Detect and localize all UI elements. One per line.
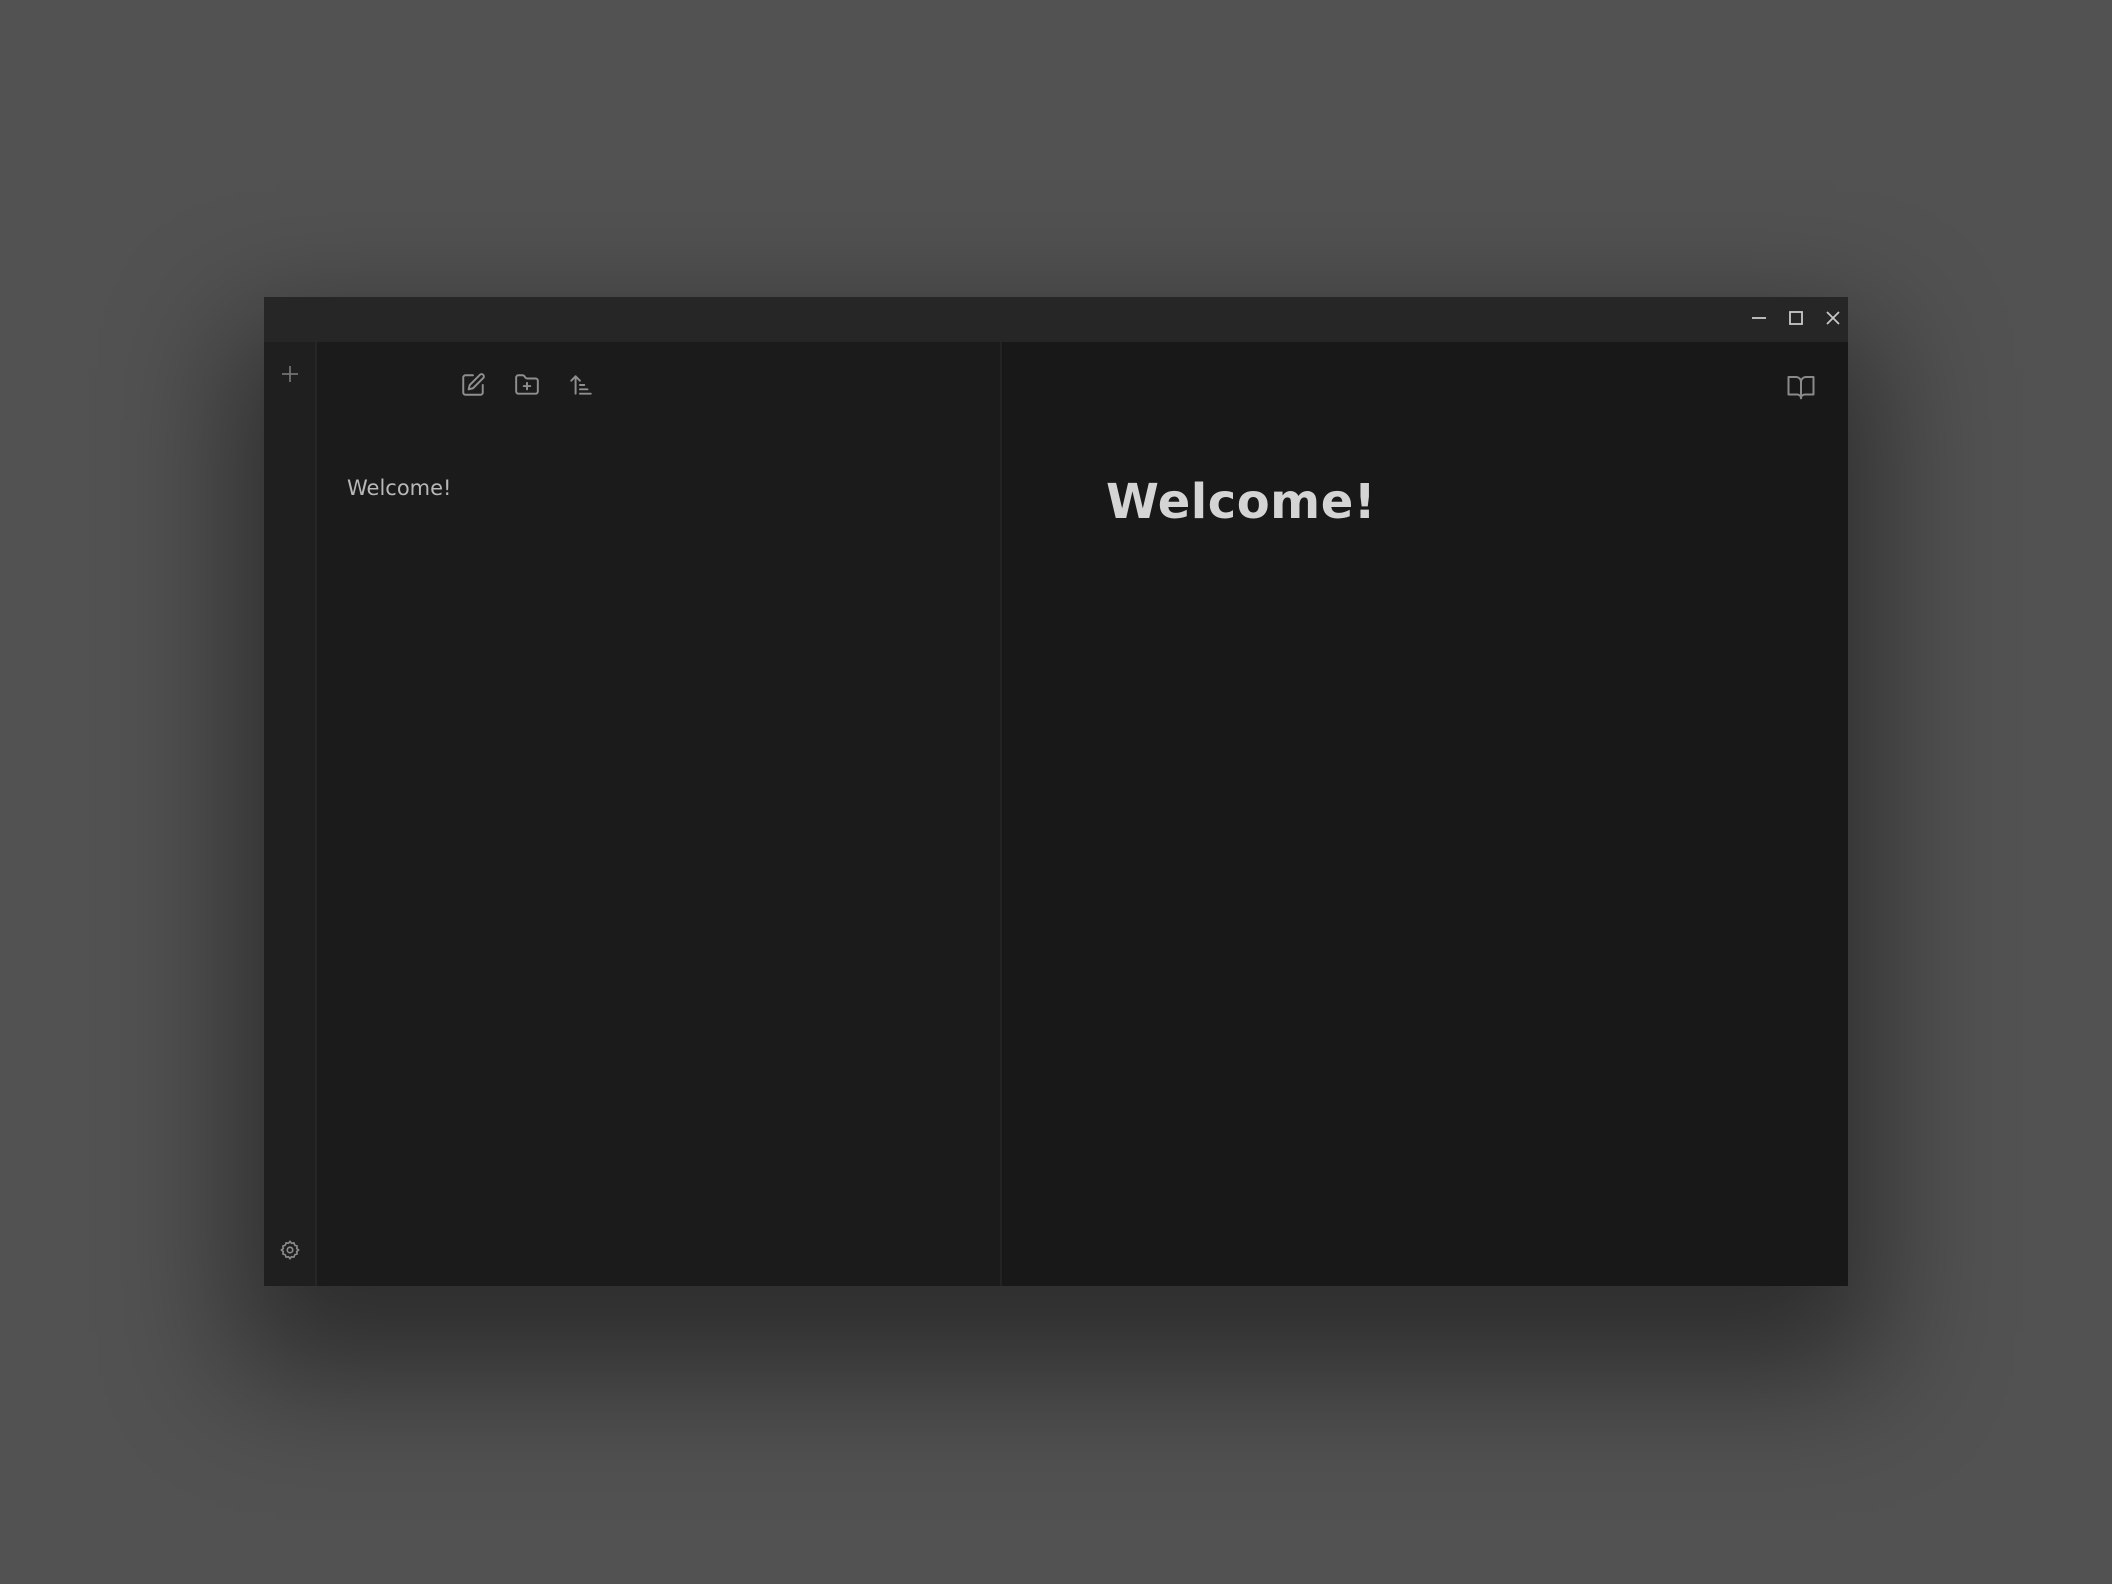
close-icon: [1823, 308, 1843, 333]
editor-pane: Welcome!: [1002, 342, 1848, 1286]
app-window: Welcome! Welcome!: [264, 297, 1848, 1286]
gear-icon: [279, 1239, 301, 1266]
file-explorer-toolbar: [317, 362, 1000, 412]
new-folder-button[interactable]: [510, 370, 544, 404]
settings-button[interactable]: [274, 1236, 306, 1268]
file-item[interactable]: Welcome!: [337, 472, 461, 504]
ribbon: [264, 342, 317, 1286]
maximize-icon: [1786, 308, 1806, 333]
minimize-icon: [1749, 308, 1769, 333]
sort-icon: [568, 372, 594, 403]
book-open-icon: [1786, 372, 1816, 407]
new-tab-button[interactable]: [274, 360, 306, 392]
plus-icon: [279, 363, 301, 390]
desktop-background: Welcome! Welcome!: [0, 0, 2112, 1584]
note-title[interactable]: Welcome!: [1106, 474, 1376, 530]
file-explorer-sidebar: Welcome!: [317, 342, 1000, 1286]
new-note-icon: [460, 372, 486, 403]
close-button[interactable]: [1818, 305, 1848, 335]
sort-button[interactable]: [564, 370, 598, 404]
maximize-button[interactable]: [1781, 305, 1811, 335]
reading-view-button[interactable]: [1782, 370, 1820, 408]
minimize-button[interactable]: [1744, 305, 1774, 335]
toolbar-buttons: [317, 362, 737, 404]
new-folder-icon: [514, 372, 540, 403]
new-note-button[interactable]: [456, 370, 490, 404]
title-bar[interactable]: [264, 297, 1848, 342]
